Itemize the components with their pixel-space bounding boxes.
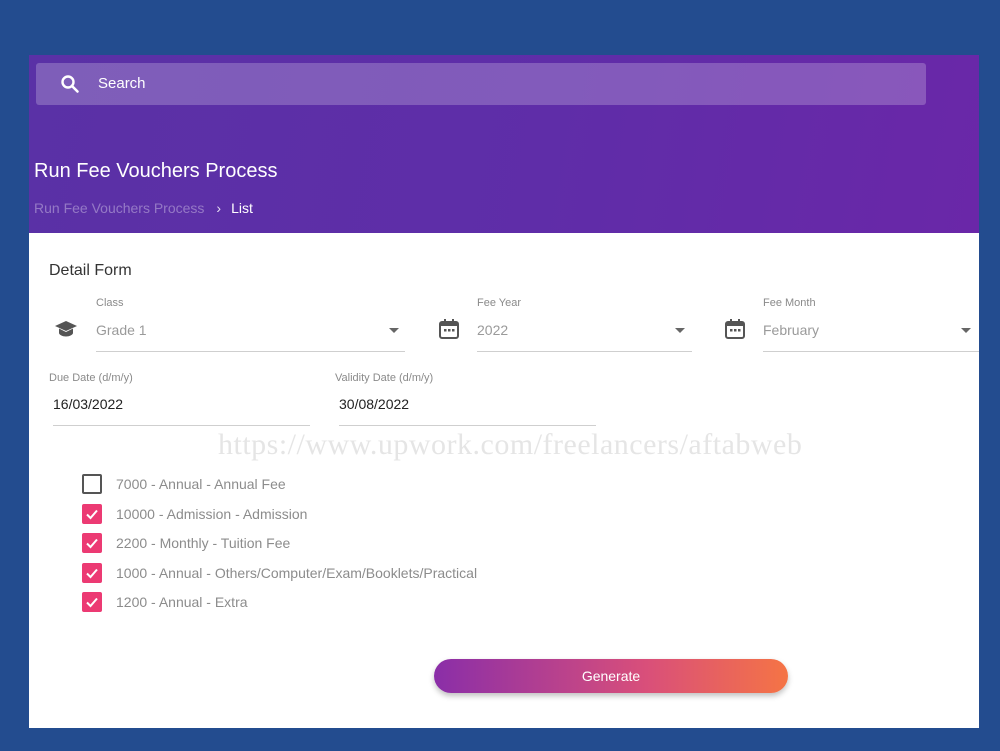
fee-year-label: Fee Year [477,297,522,309]
fee-year-select[interactable]: 2022 [477,322,508,338]
fee-checkbox-row[interactable]: 1000 - Annual - Others/Computer/Exam/Boo… [82,562,477,584]
fee-month-underline [763,351,979,352]
calendar-icon [725,319,745,339]
checkbox-checked[interactable] [82,533,102,553]
checkbox-checked[interactable] [82,504,102,524]
fee-label: 10000 - Admission - Admission [116,506,308,522]
checkmark-icon [86,568,98,579]
chevron-down-icon[interactable] [675,328,685,333]
search-label: Search [98,75,146,92]
search-icon [61,75,79,93]
breadcrumb-separator: › [216,200,222,216]
breadcrumb-parent[interactable]: Run Fee Vouchers Process [34,200,204,216]
generate-button[interactable]: Generate [434,659,788,693]
form-title: Detail Form [49,262,132,279]
breadcrumb-current: List [231,200,253,216]
checkmark-icon [86,509,98,520]
fee-label: 1200 - Annual - Extra [116,594,248,610]
fee-year-underline [477,351,692,352]
fee-label: 2200 - Monthly - Tuition Fee [116,535,291,551]
fee-label: 7000 - Annual - Annual Fee [116,476,286,492]
checkbox-checked[interactable] [82,563,102,583]
header-banner: Search Run Fee Vouchers Process Run Fee … [29,55,979,233]
breadcrumb: Run Fee Vouchers Process › List [34,200,253,216]
search-bar[interactable]: Search [36,63,926,105]
chevron-down-icon[interactable] [961,328,971,333]
page-title: Run Fee Vouchers Process [34,160,278,182]
checkbox[interactable] [82,474,102,494]
checkmark-icon [86,538,98,549]
checkmark-icon [86,597,98,608]
fee-label: 1000 - Annual - Others/Computer/Exam/Boo… [116,565,478,581]
validity-date-label: Validity Date (d/m/y) [335,372,434,384]
validity-date-underline [339,425,596,426]
due-date-underline [53,425,310,426]
validity-date-input[interactable]: 30/08/2022 [339,396,409,412]
class-label: Class [96,297,124,309]
checkbox-checked[interactable] [82,592,102,612]
due-date-input[interactable]: 16/03/2022 [53,396,123,412]
fee-checkbox-row[interactable]: 7000 - Annual - Annual Fee [82,473,286,495]
fee-month-select[interactable]: February [763,322,819,338]
fee-checkbox-row[interactable]: 1200 - Annual - Extra [82,591,248,613]
app-window: Search Run Fee Vouchers Process Run Fee … [29,55,979,728]
class-underline [96,351,405,352]
due-date-label: Due Date (d/m/y) [49,372,133,384]
fee-month-label: Fee Month [763,297,816,309]
graduation-cap-icon [55,321,77,337]
chevron-down-icon[interactable] [389,328,399,333]
class-select[interactable]: Grade 1 [96,322,147,338]
fee-checkbox-row[interactable]: 10000 - Admission - Admission [82,503,307,525]
watermark-text: https://www.upwork.com/freelancers/aftab… [218,428,803,461]
fee-checkbox-row[interactable]: 2200 - Monthly - Tuition Fee [82,532,290,554]
calendar-icon [439,319,459,339]
